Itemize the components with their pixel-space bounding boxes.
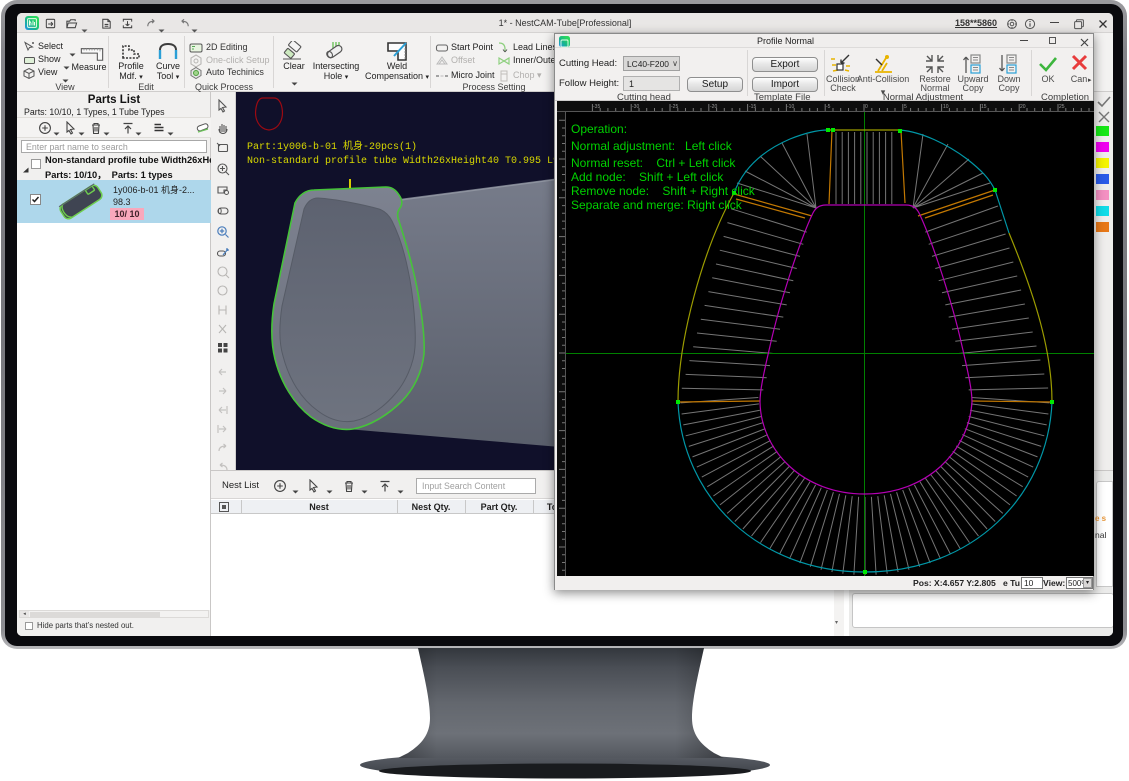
svg-text:15: 15 bbox=[981, 104, 987, 110]
svg-text:20: 20 bbox=[1020, 104, 1026, 110]
svg-text:-35: -35 bbox=[593, 104, 600, 110]
svg-text:Add node: Shift + Left clic: Add node: Shift + Left click bbox=[571, 170, 724, 184]
svg-text:Separate and merge: Right clic: Separate and merge: Right click bbox=[571, 198, 743, 212]
svg-text:Part:1y006-b-01 机身-20pcs(1): Part:1y006-b-01 机身-20pcs(1) bbox=[247, 139, 417, 153]
svg-text:-5: -5 bbox=[826, 104, 831, 110]
svg-text:Normal adjustment: Left clic: Normal adjustment: Left click bbox=[571, 139, 733, 153]
svg-text:0: 0 bbox=[865, 104, 868, 110]
svg-text:5: 5 bbox=[904, 104, 907, 110]
svg-text:-25: -25 bbox=[671, 104, 678, 110]
svg-text:25: 25 bbox=[1059, 104, 1065, 110]
svg-text:-10: -10 bbox=[787, 104, 794, 110]
svg-text:10: 10 bbox=[943, 104, 949, 110]
svg-text:Remove node: Shift + Right: Remove node: Shift + Right click bbox=[571, 184, 756, 198]
svg-text:Operation:: Operation: bbox=[571, 122, 627, 136]
svg-text:Non-standard profile tube Widt: Non-standard profile tube Width26xHeight… bbox=[247, 155, 565, 167]
svg-text:-30: -30 bbox=[632, 104, 639, 110]
svg-text:-20: -20 bbox=[710, 104, 717, 110]
svg-text:Normal reset: Ctrl + Left c: Normal reset: Ctrl + Left click bbox=[571, 156, 736, 170]
svg-text:-15: -15 bbox=[749, 104, 756, 110]
